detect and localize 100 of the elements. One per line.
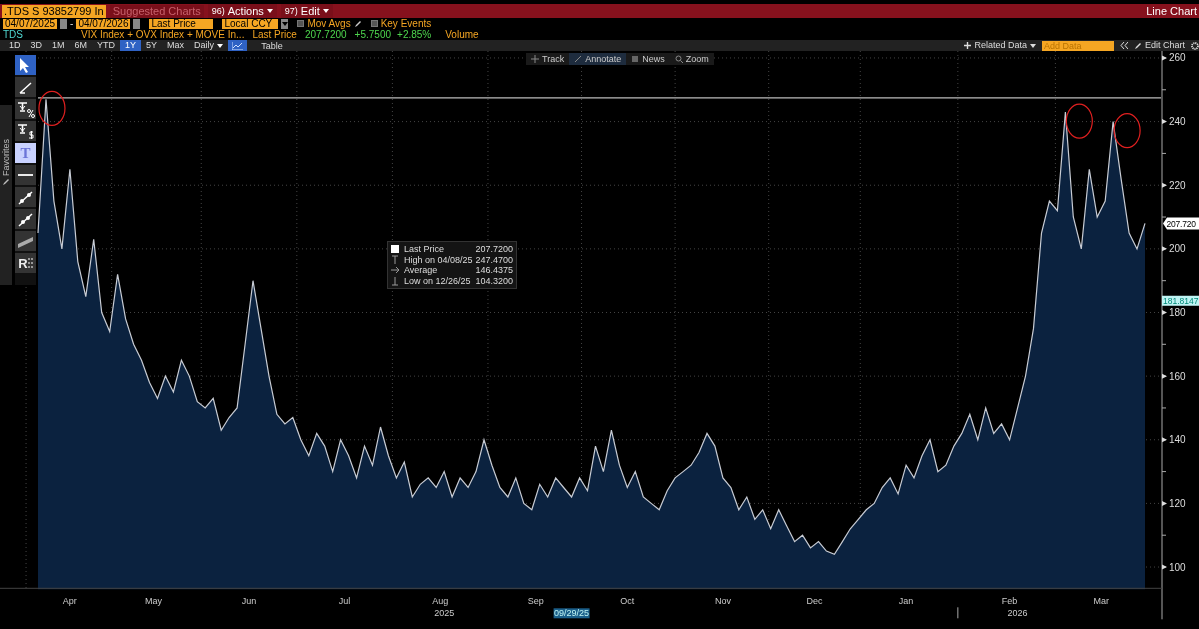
- average-icon: [391, 265, 399, 276]
- period-tab[interactable]: YTD: [92, 40, 121, 51]
- month-label: Dec: [806, 596, 823, 607]
- axis-label: 160: [1169, 370, 1186, 382]
- tooltip-label: Average: [404, 265, 439, 276]
- axis-label: 200: [1169, 243, 1186, 255]
- year-label: 2025: [434, 608, 455, 619]
- line-chart-icon: [232, 41, 244, 50]
- circle-annotation: [38, 90, 66, 126]
- period-tab[interactable]: 1M: [47, 40, 70, 51]
- period-tab[interactable]: Max: [162, 40, 190, 51]
- edit-chart-button[interactable]: Edit Chart: [1133, 41, 1185, 50]
- frequency-dropdown[interactable]: Daily: [189, 40, 229, 51]
- tooltip-value: 247.4700: [475, 254, 514, 265]
- dollar-tool-button[interactable]: [15, 121, 36, 141]
- caret-icon[interactable]: [281, 21, 288, 26]
- field-label: Last Price: [252, 29, 297, 40]
- axis-label: 240: [1169, 116, 1186, 128]
- news-icon: [631, 55, 640, 63]
- axis-label: 260: [1169, 52, 1186, 64]
- circle-annotation: [1065, 103, 1093, 139]
- start-date-field[interactable]: 04/07/2025: [3, 18, 58, 29]
- chart-mode-tab[interactable]: Zoom: [669, 53, 714, 65]
- last-price-marker: 207.720: [1163, 217, 1199, 230]
- trend-tool-button[interactable]: [15, 187, 36, 207]
- circle-annotation: [1113, 113, 1141, 149]
- series-swatch: [391, 245, 399, 254]
- comparison-label: VIX Index + OVX Index + MOVE In...: [81, 29, 245, 40]
- volume-label: Volume: [445, 29, 479, 40]
- caret-icon: [1029, 43, 1036, 48]
- checkbox-label: Mov Avgs: [307, 18, 351, 29]
- chart-mode-tab[interactable]: Track: [526, 53, 570, 65]
- field-dropdown[interactable]: Last Price: [149, 18, 214, 29]
- date-separator: -: [70, 18, 74, 29]
- chart-mode-tab[interactable]: Annotate: [569, 53, 627, 65]
- table-view-button[interactable]: Table: [257, 40, 287, 51]
- tooltip-value: 207.7200: [475, 244, 514, 255]
- favorites-panel[interactable]: Favorites: [0, 105, 12, 285]
- axis-label: 180: [1169, 307, 1186, 318]
- search-icon: [674, 55, 683, 63]
- checkbox-label: Key Events: [380, 18, 432, 29]
- change-percent: +2.85%: [397, 29, 432, 40]
- menu-button[interactable]: 96) Actions: [207, 4, 277, 18]
- period-tab[interactable]: 3D: [25, 40, 48, 51]
- pointer-tool-button[interactable]: [15, 55, 36, 75]
- tooltip-value: 104.3200: [475, 275, 514, 286]
- low-icon: [391, 275, 399, 286]
- month-label: Jan: [898, 596, 914, 607]
- settings-icon[interactable]: [1191, 41, 1199, 50]
- checkbox[interactable]: [370, 20, 378, 27]
- security-field[interactable]: .TDS S 93852799 In: [2, 4, 106, 18]
- month-label: Aug: [432, 596, 449, 607]
- month-label: Apr: [62, 596, 77, 607]
- tooltip-label: High on 04/08/25: [404, 254, 473, 265]
- window-title: Line Chart: [1146, 5, 1198, 17]
- currency-dropdown[interactable]: Local CCY: [222, 18, 279, 29]
- dollar-tool-icon: [16, 121, 35, 141]
- pencil-icon: [574, 55, 583, 63]
- channel-tool-button[interactable]: [15, 231, 36, 251]
- period-tab[interactable]: 6M: [69, 40, 93, 51]
- crosshair-icon: [531, 55, 539, 63]
- axis-label: 140: [1169, 434, 1186, 446]
- axis-label: 220: [1169, 179, 1186, 191]
- caret-icon: [217, 43, 224, 48]
- trend2-tool-button[interactable]: [15, 209, 36, 229]
- change-value: +5.7500: [354, 29, 392, 40]
- tooltip-value: 146.4375: [475, 265, 514, 276]
- period-tab[interactable]: 5Y: [141, 40, 163, 51]
- period-tab[interactable]: 1D: [4, 40, 26, 51]
- pct-tool-button[interactable]: [15, 99, 36, 119]
- axis-label: 100: [1169, 561, 1186, 573]
- collapse-icon[interactable]: [1119, 42, 1128, 49]
- cursor-price-marker: 181.8147: [1162, 295, 1199, 306]
- checkbox[interactable]: [297, 20, 305, 27]
- price-value: 207.7200: [304, 29, 347, 40]
- plus-icon: [964, 42, 972, 49]
- month-label: Jun: [241, 596, 257, 607]
- hline-tool-button[interactable]: [15, 165, 36, 185]
- month-label: Feb: [1001, 596, 1018, 607]
- regression-tool-button[interactable]: R: [15, 253, 36, 273]
- ticker-label: TDS: [3, 29, 23, 40]
- tooltip-label: Low on 12/26/25: [404, 275, 472, 286]
- month-label: Mar: [1093, 596, 1109, 607]
- month-label: Nov: [714, 596, 731, 607]
- cursor-date-label: 09/29/25: [553, 608, 590, 619]
- related-data-button[interactable]: Related Data: [964, 41, 1036, 50]
- axis-label: 120: [1169, 497, 1186, 509]
- month-label: Oct: [620, 596, 635, 607]
- month-label: Jul: [338, 596, 351, 607]
- tooltip-label: Last Price: [404, 244, 446, 255]
- pen-tool-button[interactable]: [15, 77, 36, 97]
- period-tab[interactable]: 1Y: [120, 40, 142, 51]
- end-date-field[interactable]: 04/07/2026: [76, 18, 131, 29]
- menu-button[interactable]: 97) Edit: [280, 4, 333, 18]
- year-label: 2026: [1007, 608, 1028, 619]
- pencil-icon: [2, 178, 10, 186]
- chart-mode-tab[interactable]: News: [626, 53, 670, 65]
- caret-icon: [266, 9, 273, 13]
- horizontal-line-icon: [18, 174, 33, 176]
- chart-view-button[interactable]: [228, 40, 248, 51]
